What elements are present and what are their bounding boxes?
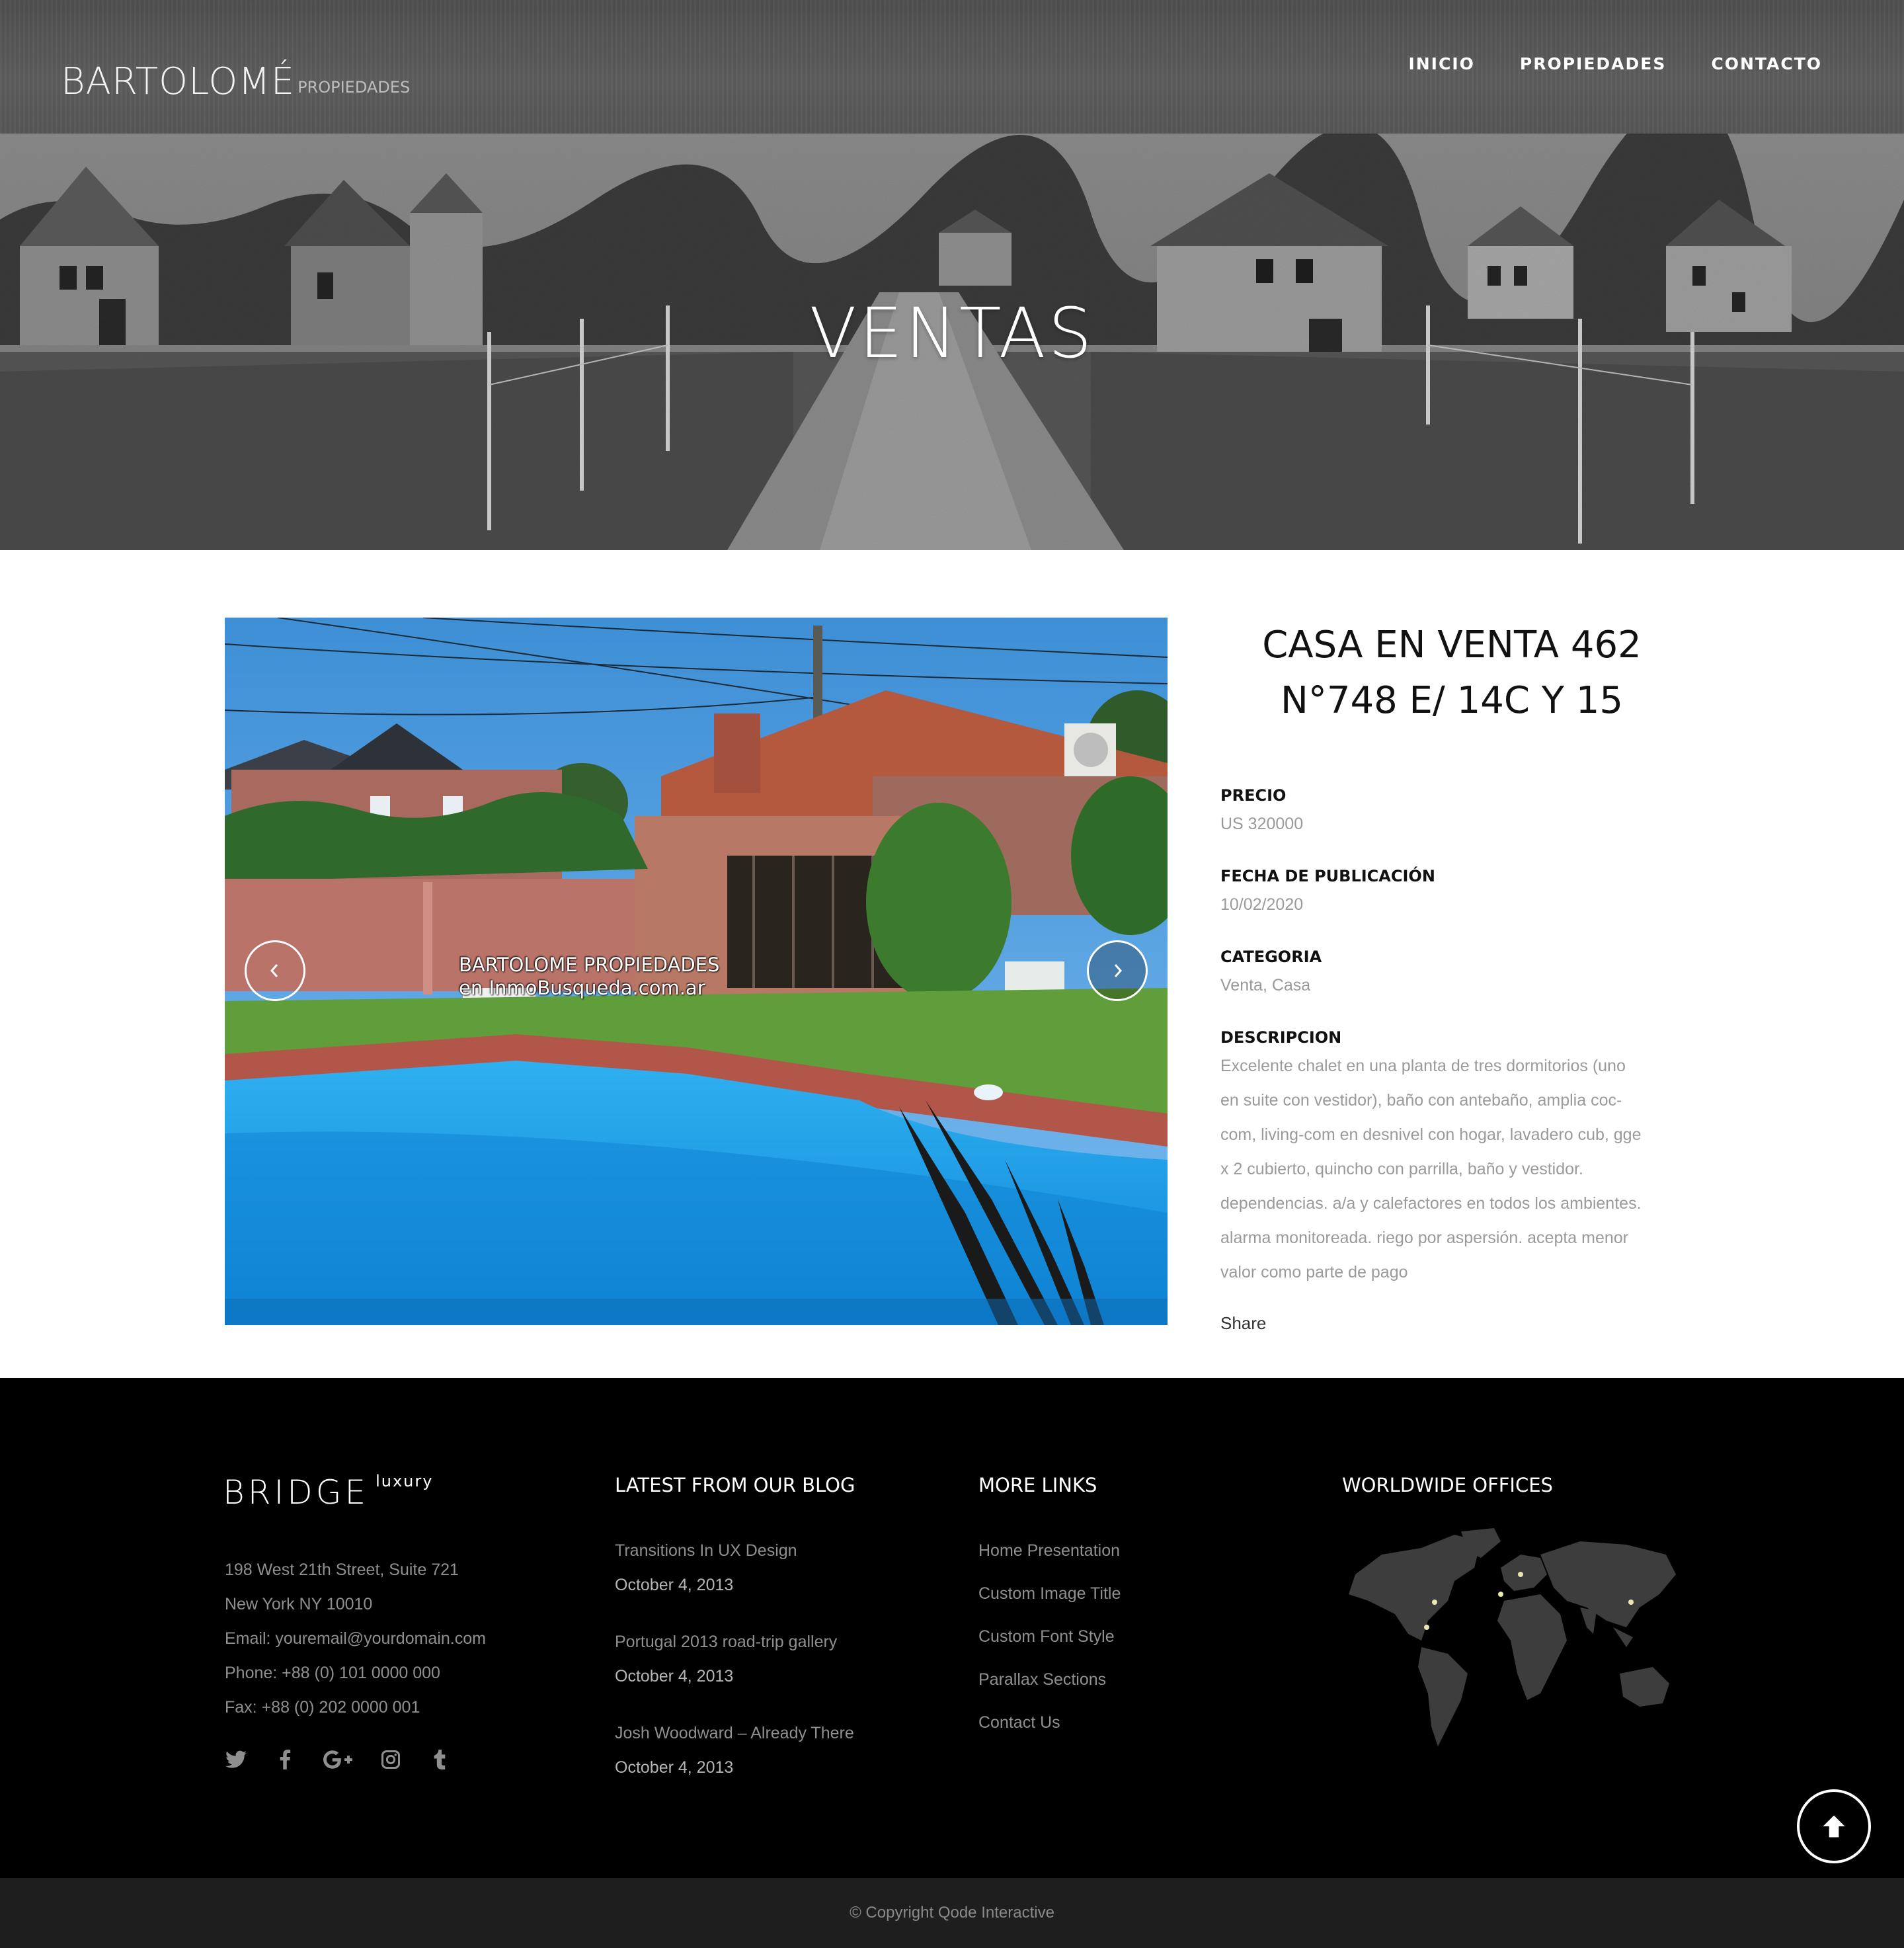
site-footer: BRIDGE luxury 198 West 21th Street, Suit… xyxy=(0,1378,1904,1878)
arrow-up-icon xyxy=(1823,1815,1845,1838)
property-details: CASA EN VENTA 462 N°748 E/ 14C Y 15 PREC… xyxy=(1220,618,1683,1334)
site-logo[interactable]: BARTOLOMÉ PROPIEDADES xyxy=(61,63,410,101)
blog-heading: LATEST FROM OUR BLOG xyxy=(615,1474,855,1496)
property-title: CASA EN VENTA 462 N°748 E/ 14C Y 15 xyxy=(1220,618,1683,729)
description-block: DESCRIPCION Excelente chalet en una plan… xyxy=(1220,1026,1683,1289)
description-text: Excelente chalet en una planta de tres d… xyxy=(1220,1049,1683,1289)
property-gallery[interactable]: BARTOLOME PROPIEDADES en InmoBusqueda.co… xyxy=(225,618,1168,1325)
logo-main-text: BARTOLOMÉ xyxy=(61,60,296,103)
gallery-next-button[interactable] xyxy=(1087,940,1148,1001)
footer-contact: 198 West 21th Street, Suite 721 New York… xyxy=(225,1553,486,1725)
google-plus-icon[interactable] xyxy=(323,1748,353,1771)
category-block: CATEGORIA Venta, Casa xyxy=(1220,946,1683,1002)
blog-item[interactable]: Portugal 2013 road-trip gallery October … xyxy=(615,1625,855,1693)
blog-date: October 4, 2013 xyxy=(615,1576,734,1594)
nav-item-contacto[interactable]: CONTACTO xyxy=(1711,54,1822,73)
footer-logo-sub: luxury xyxy=(376,1472,434,1490)
contact-fax: Fax: +88 (0) 202 0000 001 xyxy=(225,1698,420,1717)
share-link[interactable]: Share xyxy=(1220,1313,1683,1334)
description-line: alarma monitoreada. riego por aspersión.… xyxy=(1220,1229,1629,1247)
twitter-icon[interactable] xyxy=(225,1748,247,1771)
description-line: dependencias. a/a y calefactores en todo… xyxy=(1220,1194,1642,1213)
blog-date: October 4, 2013 xyxy=(615,1667,734,1685)
description-line: en suite con vestidor), baño con antebañ… xyxy=(1220,1091,1622,1110)
date-value: 10/02/2020 xyxy=(1220,895,1304,914)
facebook-icon[interactable] xyxy=(274,1748,296,1771)
page-title: VENTAS xyxy=(809,293,1095,374)
price-value: US 320000 xyxy=(1220,815,1304,833)
social-links xyxy=(225,1748,451,1771)
copyright-bar: © Copyright Qode Interactive xyxy=(0,1878,1904,1948)
blog-item[interactable]: Josh Woodward – Already There October 4,… xyxy=(615,1716,855,1785)
footer-logo-main: BRIDGE xyxy=(223,1473,370,1512)
blog-list: Transitions In UX Design October 4, 2013… xyxy=(615,1533,855,1785)
property-title-line-2: N°748 E/ 14C Y 15 xyxy=(1280,679,1624,722)
blog-item[interactable]: Transitions In UX Design October 4, 2013 xyxy=(615,1533,855,1602)
logo-sub-text: PROPIEDADES xyxy=(298,78,411,97)
price-label: PRECIO xyxy=(1220,786,1287,805)
links-list: Home Presentation Custom Image Title Cus… xyxy=(978,1525,1121,1748)
photo-watermark: BARTOLOME PROPIEDADES en InmoBusqueda.co… xyxy=(459,954,719,1000)
watermark-line-1: BARTOLOME PROPIEDADES xyxy=(459,954,720,976)
world-map-icon xyxy=(1349,1528,1676,1746)
contact-city: New York NY 10010 xyxy=(225,1595,373,1613)
date-block: FECHA DE PUBLICACIÓN 10/02/2020 xyxy=(1220,865,1683,922)
contact-email[interactable]: Email: youremail@yourdomain.com xyxy=(225,1621,486,1656)
footer-links-column: MORE LINKS Home Presentation Custom Imag… xyxy=(978,1476,1121,1748)
property-title-line-1: CASA EN VENTA 462 xyxy=(1262,624,1642,667)
instagram-icon[interactable] xyxy=(379,1748,402,1771)
world-map xyxy=(1342,1528,1679,1750)
nav-item-inicio[interactable]: INICIO xyxy=(1408,54,1474,73)
contact-address: 198 West 21th Street, Suite 721 xyxy=(225,1561,459,1579)
back-to-top-button[interactable] xyxy=(1797,1789,1871,1863)
hero-banner: VENTAS xyxy=(0,134,1904,550)
category-value: Venta, Casa xyxy=(1220,976,1311,994)
chevron-right-icon xyxy=(1114,964,1123,977)
blog-title[interactable]: Josh Woodward – Already There xyxy=(615,1716,855,1750)
blog-title[interactable]: Transitions In UX Design xyxy=(615,1533,855,1568)
date-label: FECHA DE PUBLICACIÓN xyxy=(1220,867,1435,885)
copyright-text: © Copyright Qode Interactive xyxy=(850,1904,1054,1922)
category-label: CATEGORIA xyxy=(1220,948,1322,966)
tumblr-icon[interactable] xyxy=(428,1748,451,1771)
description-line: valor como parte de pago xyxy=(1220,1263,1408,1281)
gallery-prev-button[interactable] xyxy=(245,940,305,1001)
footer-offices-column: WORLDWIDE OFFICES xyxy=(1342,1476,1679,1750)
price-block: PRECIO US 320000 xyxy=(1220,784,1683,841)
footer-blog-column: LATEST FROM OUR BLOG Transitions In UX D… xyxy=(615,1476,855,1807)
watermark-line-2: en InmoBusqueda.com.ar xyxy=(459,977,705,999)
description-line: Excelente chalet en una planta de tres d… xyxy=(1220,1057,1626,1075)
site-header: BARTOLOMÉ PROPIEDADES INICIO PROPIEDADES… xyxy=(0,0,1904,134)
property-info: PRECIO US 320000 FECHA DE PUBLICACIÓN 10… xyxy=(1220,784,1683,1334)
nav-item-propiedades[interactable]: PROPIEDADES xyxy=(1520,54,1666,73)
links-heading: MORE LINKS xyxy=(978,1474,1097,1496)
offices-heading: WORLDWIDE OFFICES xyxy=(1342,1474,1553,1496)
description-line: x 2 cubierto, quincho con parrilla, baño… xyxy=(1220,1160,1583,1178)
blog-date: October 4, 2013 xyxy=(615,1758,734,1777)
footer-logo[interactable]: BRIDGE luxury xyxy=(223,1472,434,1512)
main-nav: INICIO PROPIEDADES CONTACTO xyxy=(1408,54,1822,73)
description-line: com, living-com en desnivel con hogar, l… xyxy=(1220,1125,1642,1144)
chevron-left-icon xyxy=(270,964,278,977)
blog-title[interactable]: Portugal 2013 road-trip gallery xyxy=(615,1625,855,1659)
description-label: DESCRIPCION xyxy=(1220,1028,1342,1047)
contact-phone: Phone: +88 (0) 101 0000 000 xyxy=(225,1664,440,1682)
